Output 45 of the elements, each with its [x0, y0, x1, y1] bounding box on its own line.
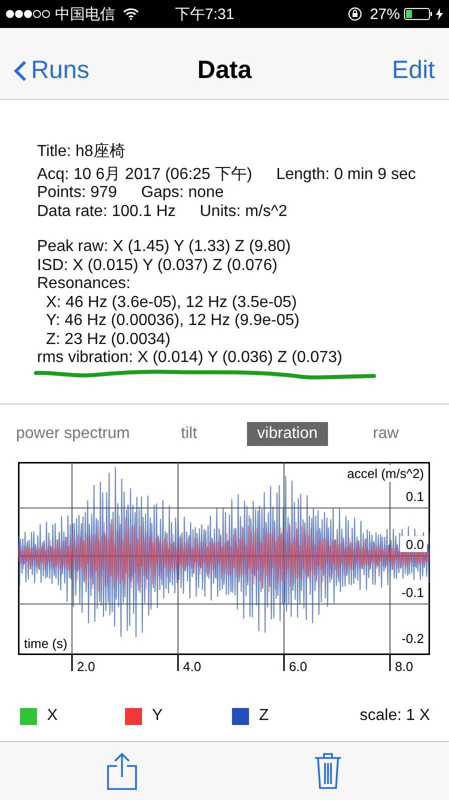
- x-tick-label: 8.0: [395, 659, 414, 674]
- info-text: ISD: X (0.015) Y (0.037) Z (0.076): [37, 256, 278, 275]
- info-text: Gaps: none: [141, 184, 224, 202]
- graph-tab[interactable]: tilt: [171, 422, 208, 446]
- clock-time: 下午7:31: [175, 4, 234, 24]
- y-tick-label: 0.0: [406, 537, 424, 552]
- info-text: Peak raw: X (1.45) Y (1.33) Z (9.80): [37, 238, 291, 256]
- charging-icon: [436, 8, 443, 20]
- x-tick-label: 4.0: [183, 659, 202, 674]
- x-tick-label: 6.0: [289, 659, 308, 674]
- info-text: Title: h8座椅: [37, 143, 126, 162]
- info-text: Units: m/s^2: [200, 202, 288, 221]
- legend-label: Y: [152, 707, 163, 725]
- info-text: Y: 46 Hz (0.00036), 12 Hz (9.9e-05): [46, 312, 300, 330]
- battery-icon: [404, 8, 434, 20]
- info-text: Data rate: 100.1 Hz: [37, 202, 176, 221]
- graph-tab[interactable]: raw: [362, 422, 409, 446]
- trash-icon[interactable]: [314, 752, 342, 790]
- graph-tab[interactable]: vibration: [247, 422, 328, 446]
- y-tick-label: -0.1: [402, 585, 424, 600]
- share-icon[interactable]: [106, 752, 137, 790]
- rotation-lock-icon: [348, 7, 362, 21]
- screen-title: Data: [197, 56, 252, 85]
- x-axis-label: time (s): [24, 636, 68, 651]
- battery-percent: 27%: [370, 6, 400, 22]
- legend-label: Z: [259, 707, 269, 725]
- y-tick-label: 0.1: [406, 489, 424, 504]
- legend-label: X: [47, 707, 58, 725]
- edit-button[interactable]: Edit: [392, 56, 435, 85]
- y-axis-label: accel (m/s^2): [347, 466, 424, 481]
- info-text: Points: 979: [37, 184, 118, 202]
- back-label: Runs: [31, 56, 90, 85]
- info-text: X: 46 Hz (3.6e-05), 12 Hz (3.5e-05): [46, 294, 297, 312]
- x-tick-label: 2.0: [77, 659, 96, 674]
- info-text: rms vibration: X (0.014) Y (0.036) Z (0.073): [37, 349, 342, 368]
- carrier-name: 中国电信: [55, 4, 115, 24]
- info-text: Z: 23 Hz (0.0034): [46, 330, 170, 349]
- scale-label: scale: 1 X: [360, 707, 430, 725]
- wifi-icon: [123, 8, 139, 20]
- info-text: Resonances:: [37, 275, 130, 294]
- info-text: Acq: 10 6月 2017 (06:25 下午): [37, 166, 252, 184]
- info-text: Length: 0 min 9 sec: [276, 166, 416, 184]
- y-tick-label: -0.2: [402, 631, 424, 646]
- back-chevron-icon[interactable]: [14, 60, 27, 82]
- graph-tab[interactable]: power spectrum: [6, 422, 140, 446]
